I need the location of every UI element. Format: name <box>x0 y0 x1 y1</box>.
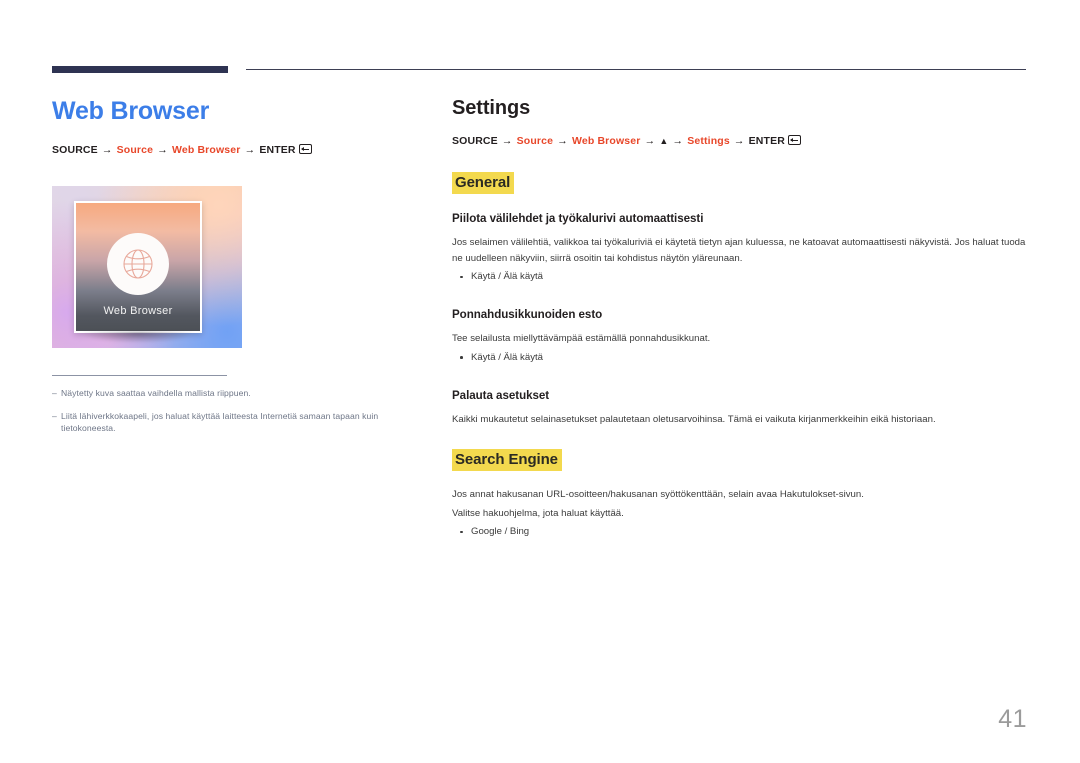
globe-icon <box>123 249 153 279</box>
path-suffix-enter: ENTER <box>259 144 296 156</box>
path-arrow-icon: → <box>644 135 656 147</box>
header-rule-thin <box>246 69 1026 70</box>
path-prefix: SOURCE <box>452 135 498 147</box>
page-title: Web Browser <box>52 97 210 125</box>
note-dash-icon: – <box>52 388 57 398</box>
right-column: Settings SOURCE → Source → Web Browser →… <box>452 96 1027 540</box>
option-item: Käytä / Älä käytä <box>452 269 1027 285</box>
path-prefix: SOURCE <box>52 144 98 156</box>
path-arrow-icon: → <box>501 135 513 147</box>
note-item: – Näytetty kuva saattaa vaihdella mallis… <box>52 387 422 400</box>
setting-options-popup-block: Käytä / Älä käytä <box>452 350 1027 366</box>
section-general: General <box>452 172 1027 194</box>
preview-label: Web Browser <box>103 305 173 317</box>
path-step-source: Source <box>116 144 154 156</box>
enter-key-icon <box>298 144 312 154</box>
path-step-web-browser: Web Browser <box>171 144 241 156</box>
header-rule-thick <box>52 66 228 73</box>
path-step-settings: Settings <box>687 135 730 147</box>
setting-title-hide-tabs: Piilota välilehdet ja työkalurivi automa… <box>452 212 704 225</box>
globe-icon-circle <box>107 233 169 295</box>
preview-shadow <box>82 332 194 343</box>
path-arrow-icon: → <box>733 135 745 147</box>
search-engine-body-2: Valitse hakuohjelma, jota haluat käyttää… <box>452 507 624 519</box>
path-arrow-icon: → <box>244 144 256 156</box>
note-dash-icon: – <box>52 410 57 421</box>
section-heading-search-engine: Search Engine <box>452 449 562 471</box>
up-triangle-icon: ▲ <box>659 136 669 146</box>
settings-title: Settings <box>452 97 531 119</box>
setting-body-reset: Kaikki mukautetut selainasetukset palaut… <box>452 413 936 425</box>
setting-title-popup-block: Ponnahdusikkunoiden esto <box>452 308 603 321</box>
section-heading-general: General <box>452 172 515 194</box>
notes-divider <box>52 375 227 376</box>
setting-title-reset: Palauta asetukset <box>452 388 550 402</box>
search-engine-options: Google / Bing <box>452 524 1027 540</box>
web-browser-preview-figure: Web Browser <box>52 186 242 348</box>
setting-body-popup-block: Tee selailusta miellyttävämpää estämällä… <box>452 333 711 344</box>
setting-body-hide-tabs: Jos selaimen välilehtiä, valikkoa tai ty… <box>452 237 1026 264</box>
path-arrow-icon: → <box>557 135 568 147</box>
option-item: Käytä / Älä käytä <box>452 350 1027 366</box>
path-step-source: Source <box>516 135 554 147</box>
section-search-engine: Search Engine <box>452 449 1027 471</box>
page-number: 41 <box>998 705 1027 733</box>
path-arrow-icon: → <box>157 144 168 156</box>
right-navigation-path: SOURCE → Source → Web Browser → ▲ → Sett… <box>452 134 1027 148</box>
option-item: Google / Bing <box>452 524 1027 540</box>
left-column: Web Browser SOURCE → Source → Web Browse… <box>52 96 427 445</box>
note-text: Näytetty kuva saattaa vaihdella mallista… <box>61 388 251 398</box>
enter-key-icon <box>787 135 801 145</box>
path-arrow-icon: → <box>101 144 113 156</box>
document-page: Web Browser SOURCE → Source → Web Browse… <box>0 0 1080 763</box>
path-suffix-enter: ENTER <box>748 135 785 147</box>
left-navigation-path: SOURCE → Source → Web Browser → ENTER <box>52 143 427 157</box>
search-engine-body-1: Jos annat hakusanan URL-osoitteen/hakusa… <box>452 489 864 500</box>
preview-panel: Web Browser <box>74 201 202 333</box>
path-step-web-browser: Web Browser <box>571 135 641 147</box>
path-arrow-icon: → <box>672 135 684 147</box>
setting-options-hide-tabs: Käytä / Älä käytä <box>452 269 1027 285</box>
note-item: – Liitä lähiverkkokaapeli, jos haluat kä… <box>52 410 422 435</box>
note-text: Liitä lähiverkkokaapeli, jos haluat käyt… <box>61 410 379 434</box>
